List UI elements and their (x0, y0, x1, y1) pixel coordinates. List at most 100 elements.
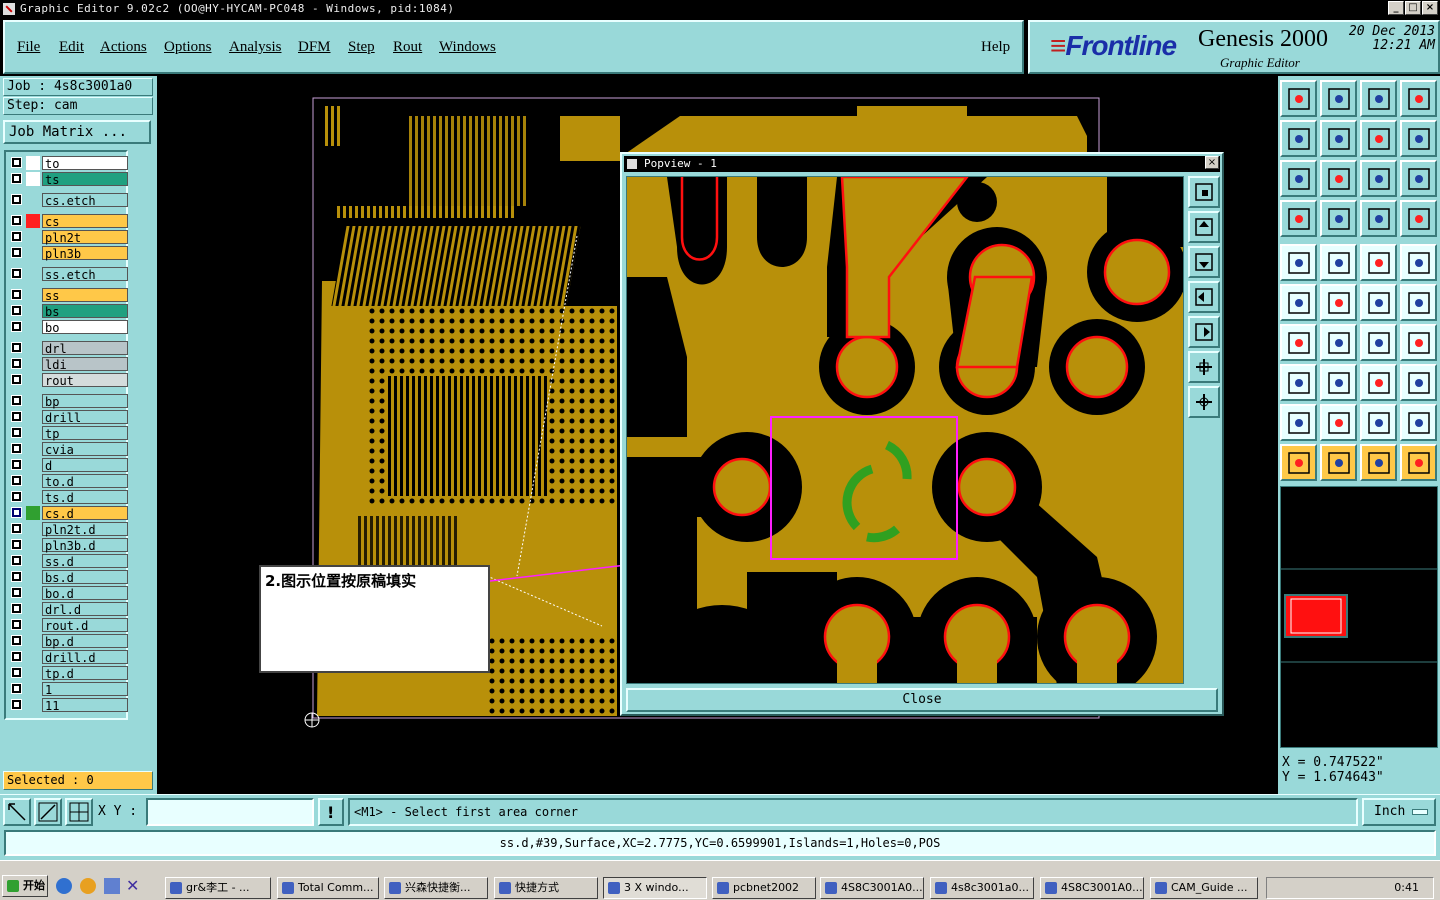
layer-name[interactable]: to (42, 156, 128, 171)
menu-dfm[interactable]: DFM (298, 39, 331, 56)
layer-row-ts[interactable]: ts (9, 172, 128, 187)
layer-checkbox[interactable] (11, 683, 22, 694)
tool-pointer-route-icon[interactable] (1400, 444, 1437, 481)
tool-snap-point-icon[interactable] (1280, 364, 1317, 401)
tool-pad-icon[interactable] (1400, 244, 1437, 281)
tool-text-icon[interactable] (1400, 324, 1437, 361)
layer-checkbox[interactable] (11, 268, 22, 279)
tool-angle-icon[interactable] (1280, 324, 1317, 361)
taskbar-item[interactable]: 3 X windo... (603, 877, 707, 899)
taskbar-item[interactable]: 4S8C3001A0... (820, 877, 924, 899)
tool-line-icon[interactable] (1320, 324, 1357, 361)
layer-checkbox[interactable] (11, 358, 22, 369)
tool-slot-icon[interactable] (1320, 364, 1357, 401)
popview-close-button[interactable]: Close (626, 688, 1218, 712)
layer-checkbox[interactable] (11, 587, 22, 598)
popview-zoom-in-icon[interactable] (1188, 351, 1220, 383)
popview-pan-up-icon[interactable] (1188, 211, 1220, 243)
layer-checkbox[interactable] (11, 667, 22, 678)
maximize-button[interactable]: □ (1405, 1, 1421, 15)
tool-layer-compare-icon[interactable] (1360, 200, 1397, 237)
layer-checkbox[interactable] (11, 215, 22, 226)
layer-row-bp[interactable]: bp (9, 394, 128, 409)
layer-checkbox[interactable] (11, 523, 22, 534)
taskbar-item[interactable]: 快捷方式 (494, 877, 598, 899)
popview-zoom-home-icon[interactable] (1188, 176, 1220, 208)
layer-checkbox[interactable] (11, 194, 22, 205)
layer-row-drl[interactable]: drl (9, 341, 128, 356)
layer-row-drl-d[interactable]: drl.d (9, 602, 128, 617)
layer-checkbox[interactable] (11, 157, 22, 168)
layer-row-pln3b[interactable]: pln3b (9, 246, 128, 261)
tool-move-icon[interactable] (1320, 284, 1357, 321)
alert-icon[interactable]: ! (318, 798, 344, 826)
layer-row-rout-d[interactable]: rout.d (9, 618, 128, 633)
layer-checkbox[interactable] (11, 321, 22, 332)
layer-name[interactable]: cs (42, 214, 128, 229)
layer-checkbox[interactable] (11, 395, 22, 406)
tool-help-icon[interactable] (1400, 160, 1437, 197)
layer-name[interactable]: d (42, 458, 128, 473)
tool-home-icon[interactable] (1360, 80, 1397, 117)
tool-dimension-icon[interactable] (1360, 364, 1397, 401)
menu-analysis[interactable]: Analysis (229, 39, 282, 56)
tool-pointer-red-icon[interactable] (1360, 444, 1397, 481)
layer-row-tp-d[interactable]: tp.d (9, 666, 128, 681)
layer-row-ss[interactable]: ss (9, 288, 128, 303)
layer-name[interactable]: pln2t (42, 230, 128, 245)
unit-selector[interactable]: Inch (1362, 798, 1436, 826)
taskbar-item[interactable]: 4s8c3001a0... (930, 877, 1034, 899)
tool-snap-pad-icon[interactable] (1400, 284, 1437, 321)
xwin-icon[interactable]: ✕ (126, 876, 139, 895)
layer-name[interactable]: pln3b (42, 246, 128, 261)
layer-row-pln2t-d[interactable]: pln2t.d (9, 522, 128, 537)
layer-checkbox[interactable] (11, 247, 22, 258)
layer-row-bs-d[interactable]: bs.d (9, 570, 128, 585)
layer-checkbox[interactable] (11, 571, 22, 582)
layer-row-to[interactable]: to (9, 156, 128, 171)
grid-icon[interactable] (65, 798, 93, 826)
layer-name[interactable]: pln3b.d (42, 538, 128, 553)
quicklaunch-icon[interactable] (80, 878, 96, 894)
layer-checkbox[interactable] (11, 173, 22, 184)
layer-checkbox[interactable] (11, 342, 22, 353)
layer-row-to-d[interactable]: to.d (9, 474, 128, 489)
ie-icon[interactable] (56, 878, 72, 894)
layer-name[interactable]: 1 (42, 682, 128, 697)
layer-name[interactable]: rout (42, 373, 128, 388)
tool-filter-icon[interactable] (1280, 200, 1317, 237)
minimize-button[interactable]: _ (1388, 1, 1404, 15)
popview-pan-right-icon[interactable] (1188, 316, 1220, 348)
tool-window-icon[interactable] (1400, 80, 1437, 117)
layer-checkbox[interactable] (11, 539, 22, 550)
tool-measure-icon[interactable] (1320, 244, 1357, 281)
menu-windows[interactable]: Windows (439, 39, 496, 56)
overview-map[interactable] (1280, 486, 1438, 748)
layer-checkbox[interactable] (11, 443, 22, 454)
tool-mirror-icon[interactable] (1400, 120, 1437, 157)
layer-name[interactable]: drill.d (42, 650, 128, 665)
tool-open-icon[interactable] (1320, 80, 1357, 117)
tool-net-icon[interactable] (1280, 284, 1317, 321)
layer-row-pln2t[interactable]: pln2t (9, 230, 128, 245)
taskbar-item[interactable]: Total Comm... (277, 877, 379, 899)
layer-name[interactable]: tp (42, 426, 128, 441)
layer-checkbox[interactable] (11, 475, 22, 486)
layer-checkbox[interactable] (11, 427, 22, 438)
tool-triangle-icon[interactable] (1280, 404, 1317, 441)
layer-row-ss-d[interactable]: ss.d (9, 554, 128, 569)
menu-file[interactable]: File (17, 39, 40, 56)
layer-checkbox[interactable] (11, 699, 22, 710)
layer-row-cs-d[interactable]: cs.d (9, 506, 128, 521)
tool-select-feature-icon[interactable] (1280, 244, 1317, 281)
layer-checkbox[interactable] (11, 635, 22, 646)
layer-name[interactable]: bs.d (42, 570, 128, 585)
layer-row-bo[interactable]: bo (9, 320, 128, 335)
menu-actions[interactable]: Actions (100, 39, 147, 56)
layer-checkbox[interactable] (11, 619, 22, 630)
layer-name[interactable]: 11 (42, 698, 128, 713)
layer-name[interactable]: rout.d (42, 618, 128, 633)
tool-triangle-outline-icon[interactable] (1400, 404, 1437, 441)
taskbar-item[interactable]: pcbnet2002 (712, 877, 816, 899)
layer-name[interactable]: cvia (42, 442, 128, 457)
